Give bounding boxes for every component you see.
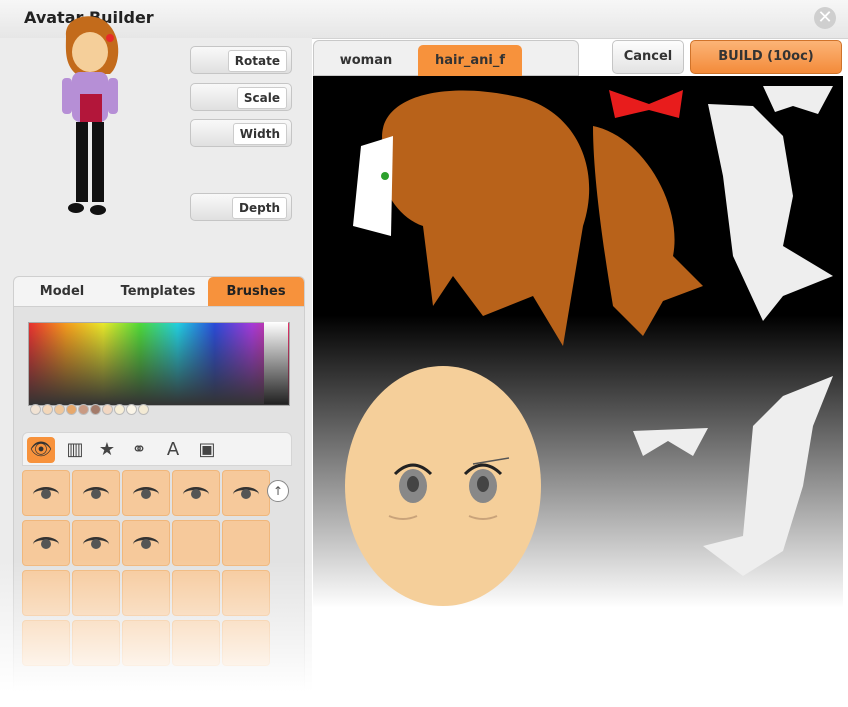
uv-texture xyxy=(345,86,833,606)
swatch[interactable] xyxy=(78,404,89,415)
ponytail-texture xyxy=(593,126,703,336)
swatch[interactable] xyxy=(114,404,125,415)
texture-icon[interactable]: ▥ xyxy=(61,437,89,463)
scroll-up-icon[interactable]: ↑ xyxy=(267,480,289,502)
rotate-control[interactable]: Rotate xyxy=(190,46,292,74)
eye-brush-icon xyxy=(133,537,159,552)
swatch[interactable] xyxy=(30,404,41,415)
brush-item[interactable] xyxy=(172,570,220,616)
star-icon[interactable]: ★ xyxy=(93,437,121,463)
depth-control[interactable]: Depth xyxy=(190,193,292,221)
canvas-tabs: woman hair_ani_f xyxy=(313,40,579,76)
marker xyxy=(381,172,389,180)
depth-label: Depth xyxy=(232,197,287,219)
mask-piece xyxy=(708,104,833,321)
bow-texture xyxy=(609,90,683,118)
swatch[interactable] xyxy=(90,404,101,415)
swatch[interactable] xyxy=(102,404,113,415)
brush-item[interactable] xyxy=(72,470,120,516)
tab-hair-ani-f[interactable]: hair_ani_f xyxy=(418,45,522,76)
eye-brush-icon xyxy=(233,487,259,502)
brush-item[interactable] xyxy=(172,520,220,566)
tab-templates[interactable]: Templates xyxy=(110,277,206,306)
eye-brush-icon xyxy=(83,537,109,552)
brush-item[interactable] xyxy=(72,620,120,666)
avatar-preview[interactable] xyxy=(6,4,186,224)
eye-brush-icon xyxy=(33,487,59,502)
brush-item[interactable] xyxy=(222,520,270,566)
brush-item[interactable] xyxy=(172,470,220,516)
tab-brushes[interactable]: Brushes xyxy=(208,277,304,306)
swatch[interactable] xyxy=(42,404,53,415)
brush-toolbar: 👁 ▥ ★ ⚭ A ▣ xyxy=(22,432,292,466)
eye-brush-icon xyxy=(83,487,109,502)
brush-item[interactable] xyxy=(172,620,220,666)
text-icon[interactable]: A xyxy=(159,437,187,463)
eye-icon[interactable]: 👁 xyxy=(27,437,55,463)
brush-item[interactable] xyxy=(122,620,170,666)
swatch[interactable] xyxy=(66,404,77,415)
brush-item[interactable] xyxy=(222,620,270,666)
color-palette[interactable] xyxy=(28,322,290,406)
tab-model[interactable]: Model xyxy=(14,277,110,306)
swatch[interactable] xyxy=(126,404,137,415)
grayscale-bar[interactable] xyxy=(264,322,288,404)
scale-control[interactable]: Scale xyxy=(190,83,292,111)
link-icon[interactable]: ⚭ xyxy=(125,437,153,463)
width-label: Width xyxy=(232,123,287,145)
eye-brush-icon xyxy=(33,537,59,552)
swatch[interactable] xyxy=(138,404,149,415)
mask-piece xyxy=(703,376,833,576)
swatch[interactable] xyxy=(54,404,65,415)
brush-item[interactable] xyxy=(122,570,170,616)
tab-woman[interactable]: woman xyxy=(318,45,414,76)
brush-item[interactable] xyxy=(22,620,70,666)
build-button[interactable]: BUILD (10oc) xyxy=(690,40,842,74)
brush-item[interactable] xyxy=(22,470,70,516)
hair-white-piece xyxy=(353,136,393,236)
texture-canvas[interactable] xyxy=(313,76,843,608)
scale-label: Scale xyxy=(236,87,287,109)
eye-brush-icon xyxy=(183,487,209,502)
brush-item[interactable] xyxy=(22,570,70,616)
brush-item[interactable] xyxy=(72,520,120,566)
mask-piece xyxy=(633,428,708,456)
width-control[interactable]: Width xyxy=(190,119,292,147)
mask-piece xyxy=(763,86,833,114)
close-icon[interactable]: ✕ xyxy=(814,7,836,29)
brush-item[interactable] xyxy=(222,570,270,616)
brush-item[interactable] xyxy=(72,570,120,616)
brush-item[interactable] xyxy=(222,470,270,516)
eye-brush-icon xyxy=(133,487,159,502)
panel-tabs: Model Templates Brushes xyxy=(13,276,305,306)
image-icon[interactable]: ▣ xyxy=(193,437,221,463)
brush-item[interactable] xyxy=(122,520,170,566)
brush-item[interactable] xyxy=(22,520,70,566)
brush-item[interactable] xyxy=(122,470,170,516)
rotate-label: Rotate xyxy=(227,50,287,72)
cancel-button[interactable]: Cancel xyxy=(612,40,684,74)
hair-texture xyxy=(380,90,590,346)
recent-swatches xyxy=(30,404,149,416)
face-texture xyxy=(345,366,541,606)
